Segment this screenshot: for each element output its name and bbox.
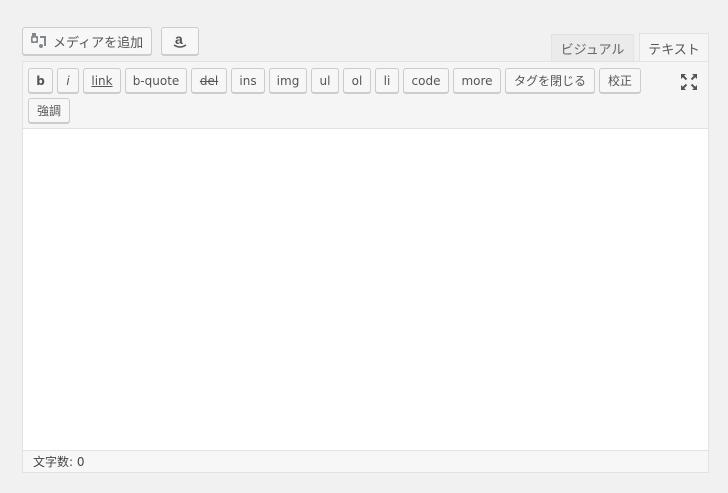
qt-ul-button[interactable]: ul bbox=[311, 68, 339, 93]
word-count: 文字数: 0 bbox=[33, 455, 85, 469]
qt-link-button[interactable]: link bbox=[83, 68, 121, 93]
qt-img-button[interactable]: img bbox=[269, 68, 307, 93]
tab-text-label: テキスト bbox=[648, 42, 700, 58]
editor-container: b i link b-quote del ins img ul ol li co… bbox=[22, 61, 709, 473]
add-media-button[interactable]: メディアを追加 bbox=[22, 27, 152, 55]
tab-text[interactable]: テキスト bbox=[639, 33, 709, 62]
qt-code-button[interactable]: code bbox=[403, 68, 449, 93]
fullscreen-icon[interactable] bbox=[680, 73, 698, 91]
quicktags-toolbar: b i link b-quote del ins img ul ol li co… bbox=[23, 62, 708, 129]
qt-ol-button[interactable]: ol bbox=[343, 68, 371, 93]
qt-del-button[interactable]: del bbox=[191, 68, 227, 93]
qt-li-button[interactable]: li bbox=[375, 68, 399, 93]
qt-italic-button[interactable]: i bbox=[57, 68, 79, 93]
qt-bold-button[interactable]: b bbox=[28, 68, 53, 93]
qt-ins-button[interactable]: ins bbox=[231, 68, 265, 93]
status-bar: 文字数: 0 bbox=[23, 450, 708, 472]
tab-visual[interactable]: ビジュアル bbox=[551, 34, 634, 62]
content-textarea[interactable] bbox=[23, 130, 708, 450]
tab-visual-label: ビジュアル bbox=[560, 43, 625, 58]
amazon-button[interactable]: a bbox=[161, 27, 199, 55]
qt-proofread-button[interactable]: 校正 bbox=[599, 68, 641, 93]
qt-close-tags-button[interactable]: タグを閉じる bbox=[505, 68, 595, 93]
media-icon bbox=[30, 32, 48, 50]
amazon-icon: a bbox=[173, 31, 187, 49]
qt-blockquote-button[interactable]: b-quote bbox=[125, 68, 187, 93]
qt-emphasis-button[interactable]: 強調 bbox=[28, 98, 70, 123]
qt-more-button[interactable]: more bbox=[453, 68, 501, 93]
add-media-label: メディアを追加 bbox=[53, 35, 144, 51]
